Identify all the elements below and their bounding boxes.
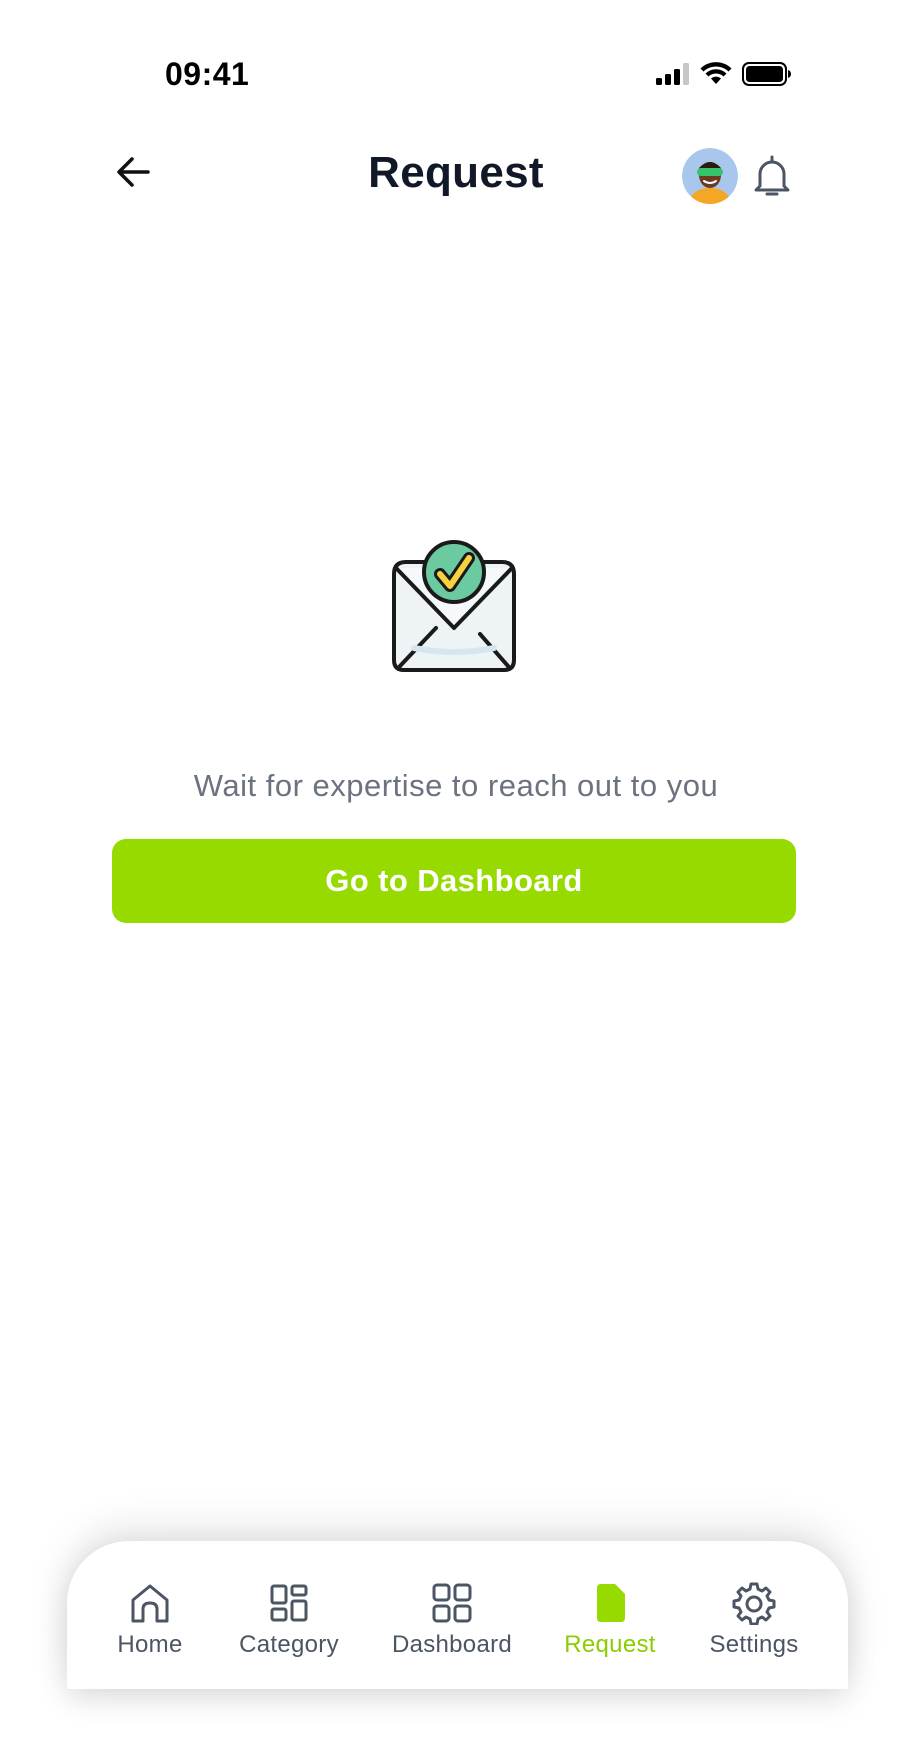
gear-icon xyxy=(732,1582,776,1625)
status-time: 09:41 xyxy=(165,56,250,92)
tab-label: Request xyxy=(564,1631,656,1658)
avatar-icon xyxy=(682,148,738,204)
tab-category[interactable]: Category xyxy=(213,1541,365,1689)
go-to-dashboard-button[interactable]: Go to Dashboard xyxy=(112,839,796,923)
tab-request[interactable]: Request xyxy=(539,1541,681,1689)
battery-icon xyxy=(742,62,791,86)
wifi-icon xyxy=(700,62,732,84)
illustration xyxy=(384,536,524,676)
screen: 09:41 Request Wait for expertise to reac… xyxy=(0,0,912,1750)
envelope-check-icon xyxy=(392,540,516,672)
home-icon xyxy=(131,1584,169,1623)
category-icon xyxy=(270,1584,308,1622)
tab-home[interactable]: Home xyxy=(87,1541,213,1689)
tab-settings[interactable]: Settings xyxy=(681,1541,827,1689)
bell-icon xyxy=(754,155,790,196)
signal-icon xyxy=(656,63,689,85)
tab-label: Settings xyxy=(709,1631,799,1658)
status-icons xyxy=(656,62,792,86)
document-icon xyxy=(597,1584,625,1622)
notifications-button[interactable] xyxy=(752,154,792,198)
tab-label: Category xyxy=(239,1631,339,1658)
tab-dashboard[interactable]: Dashboard xyxy=(365,1541,539,1689)
tab-label: Dashboard xyxy=(391,1631,513,1658)
wait-message: Wait for expertise to reach out to you xyxy=(193,768,719,803)
tab-label: Home xyxy=(117,1631,183,1658)
bottom-tab-bar: Home Category Dashboard Request Settings xyxy=(67,1541,848,1689)
dashboard-icon xyxy=(432,1583,472,1623)
avatar[interactable] xyxy=(682,148,738,204)
